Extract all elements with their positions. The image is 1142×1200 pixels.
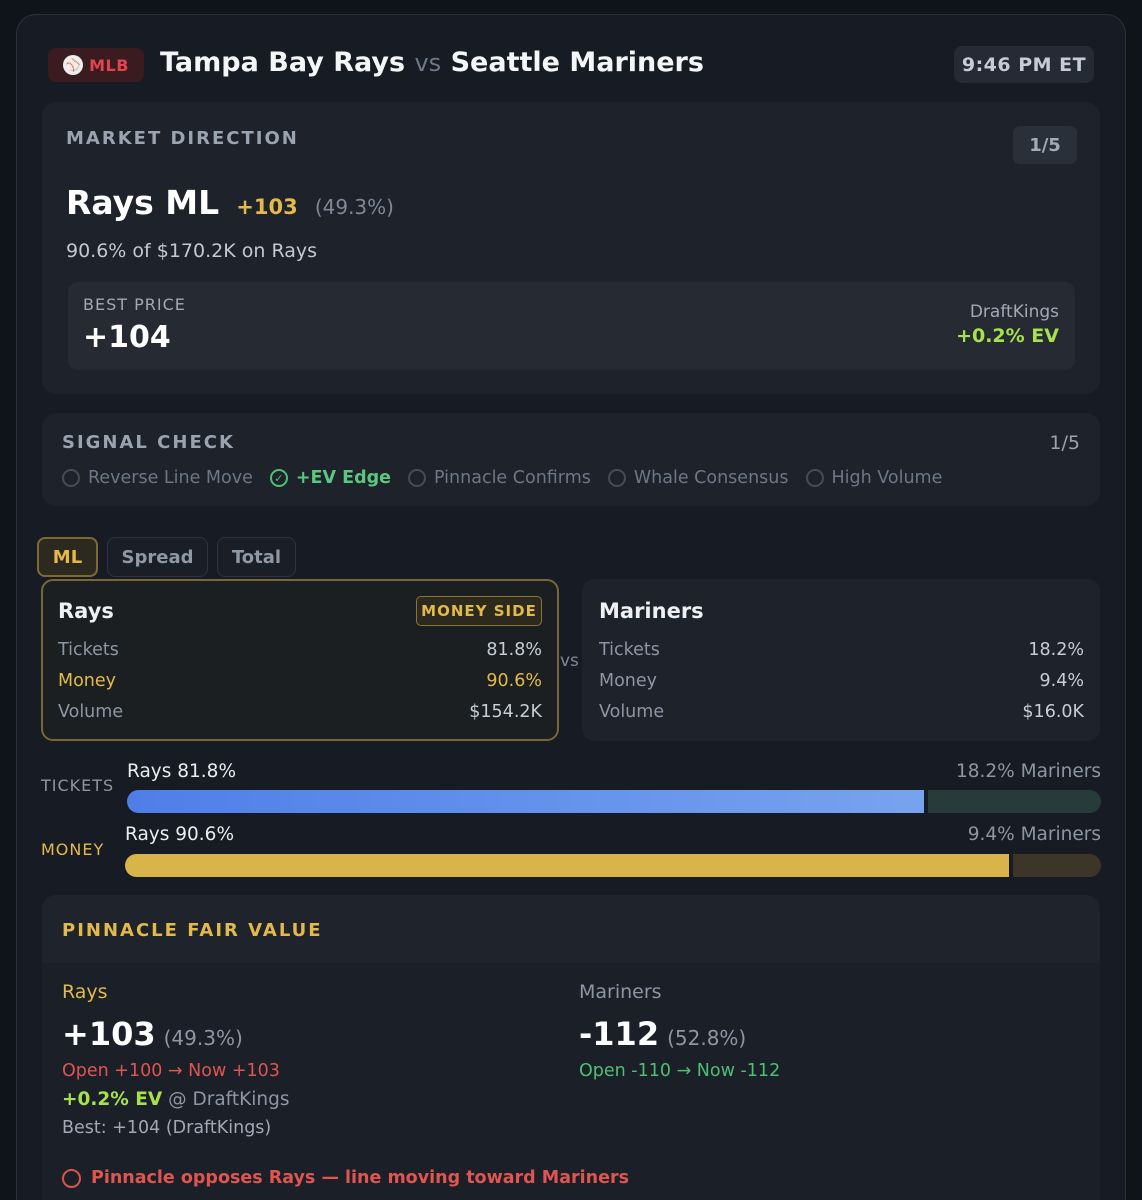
- money-bar: [125, 854, 1101, 877]
- pinnacle-warning: Pinnacle opposes Rays — line moving towa…: [62, 1168, 629, 1188]
- odds-value: +103: [62, 1015, 156, 1053]
- best-price-label: BEST PRICE: [83, 295, 186, 314]
- ev-book: @ DraftKings: [168, 1089, 290, 1110]
- pinnacle-odds-mariners: -112 (52.8%): [579, 1015, 746, 1053]
- tab-spread[interactable]: Spread: [107, 537, 208, 577]
- market-direction-label: MARKET DIRECTION: [66, 128, 299, 149]
- warning-text: Pinnacle opposes Rays — line moving towa…: [91, 1168, 630, 1188]
- money-bar-right: 9.4% Mariners: [967, 824, 1101, 845]
- team-box-name: Rays: [58, 599, 114, 623]
- money-bar-rest: [1013, 854, 1101, 877]
- circle-icon: [408, 469, 427, 487]
- money-summary: 90.6% of $170.2K on Rays: [66, 240, 318, 262]
- mariners-volume-value: $16.0K: [1022, 702, 1084, 722]
- pinnacle-team-mariners: Mariners: [579, 981, 662, 1003]
- team-b-name: Seattle Mariners: [450, 47, 704, 78]
- tickets-bar-fill: [127, 790, 924, 813]
- matchup-vs: vs: [414, 49, 442, 77]
- tickets-bar: [127, 790, 1101, 813]
- pinnacle-movement-mariners: Open -110 → Now -112: [579, 1061, 781, 1081]
- signal-pinnacle-confirms: Pinnacle Confirms: [408, 468, 591, 488]
- rays-tickets-value: 81.8%: [486, 640, 542, 660]
- best-price-book: DraftKings: [969, 302, 1059, 322]
- money-side-badge: MONEY SIDE: [416, 596, 542, 626]
- odds-value: -112: [579, 1015, 660, 1053]
- pinnacle-ev-rays: +0.2% EV @ DraftKings: [62, 1089, 290, 1110]
- signal-check-count: 1/5: [1049, 432, 1080, 454]
- rays-volume-value: $154.2K: [469, 702, 542, 722]
- money-bar-fill: [125, 854, 1010, 877]
- mariners-money-label: Money: [599, 671, 658, 691]
- mariners-money-value: 9.4%: [1039, 671, 1084, 691]
- pinnacle-movement-rays: Open +100 → Now +103: [62, 1061, 280, 1081]
- pinnacle-best-rays: Best: +104 (DraftKings): [62, 1118, 272, 1138]
- signal-whale-consensus: Whale Consensus: [607, 468, 789, 488]
- circle-icon: [62, 469, 80, 487]
- signal-list: Reverse Line Move ✓ +EV Edge Pinnacle Co…: [62, 468, 942, 488]
- warning-circle-icon: [62, 1168, 81, 1188]
- sport-badge: ⚾ MLB: [48, 48, 144, 82]
- team-box-name: Mariners: [599, 599, 704, 623]
- pick-probability: (49.3%): [314, 195, 394, 219]
- tickets-bar-right: 18.2% Mariners: [955, 761, 1101, 782]
- tickets-bar-label: TICKETS: [41, 776, 115, 795]
- ev-value: +0.2% EV: [62, 1089, 163, 1110]
- check-circle-icon: ✓: [269, 469, 288, 487]
- signal-label: Reverse Line Move: [88, 468, 253, 488]
- money-bar-left: Rays 90.6%: [125, 824, 235, 845]
- signal-ev-edge: ✓ +EV Edge: [269, 468, 392, 488]
- best-price-ev: +0.2% EV: [956, 325, 1059, 347]
- money-bar-label: MONEY: [41, 840, 105, 859]
- tab-ml[interactable]: ML: [37, 537, 98, 577]
- signal-label: Whale Consensus: [633, 468, 789, 488]
- teams-vs: vs: [560, 651, 579, 671]
- tickets-bar-rest: [927, 790, 1101, 813]
- market-pick: Rays ML +103 (49.3%): [66, 183, 394, 222]
- rays-tickets-label: Tickets: [58, 640, 119, 660]
- rays-money-value: 90.6%: [486, 671, 542, 691]
- circle-icon: [607, 469, 626, 487]
- pick-name: Rays ML: [66, 183, 220, 222]
- best-price-box: [68, 282, 1075, 370]
- mariners-tickets-value: 18.2%: [1028, 640, 1084, 660]
- signal-label: +EV Edge: [295, 468, 392, 488]
- matchup-title: Tampa Bay Rays vs Seattle Mariners: [160, 47, 704, 78]
- team-a-name: Tampa Bay Rays: [160, 47, 406, 78]
- mariners-tickets-label: Tickets: [599, 640, 660, 660]
- odds-probability: (52.8%): [667, 1026, 747, 1050]
- game-time: 9:46 PM ET: [954, 46, 1094, 83]
- tickets-bar-left: Rays 81.8%: [127, 761, 237, 782]
- baseball-icon: ⚾: [63, 55, 84, 75]
- pinnacle-team-rays: Rays: [62, 981, 108, 1003]
- tab-total[interactable]: Total: [217, 537, 296, 577]
- signal-high-volume: High Volume: [805, 468, 943, 488]
- best-price-value: +104: [83, 320, 171, 355]
- circle-icon: [805, 469, 824, 487]
- signal-label: High Volume: [831, 468, 943, 488]
- signal-check-panel: [42, 413, 1100, 506]
- pinnacle-label: PINNACLE FAIR VALUE: [62, 920, 323, 941]
- signal-label: Pinnacle Confirms: [434, 468, 591, 488]
- mariners-volume-label: Volume: [599, 702, 665, 722]
- pick-odds: +103: [236, 195, 298, 219]
- odds-probability: (49.3%): [163, 1026, 243, 1050]
- pinnacle-odds-rays: +103 (49.3%): [62, 1015, 243, 1053]
- rays-money-label: Money: [58, 671, 117, 691]
- signal-reverse-line-move: Reverse Line Move: [62, 468, 253, 488]
- rays-volume-label: Volume: [58, 702, 124, 722]
- signal-check-label: SIGNAL CHECK: [62, 432, 235, 453]
- sport-label: MLB: [89, 55, 129, 75]
- market-direction-count: 1/5: [1013, 126, 1077, 164]
